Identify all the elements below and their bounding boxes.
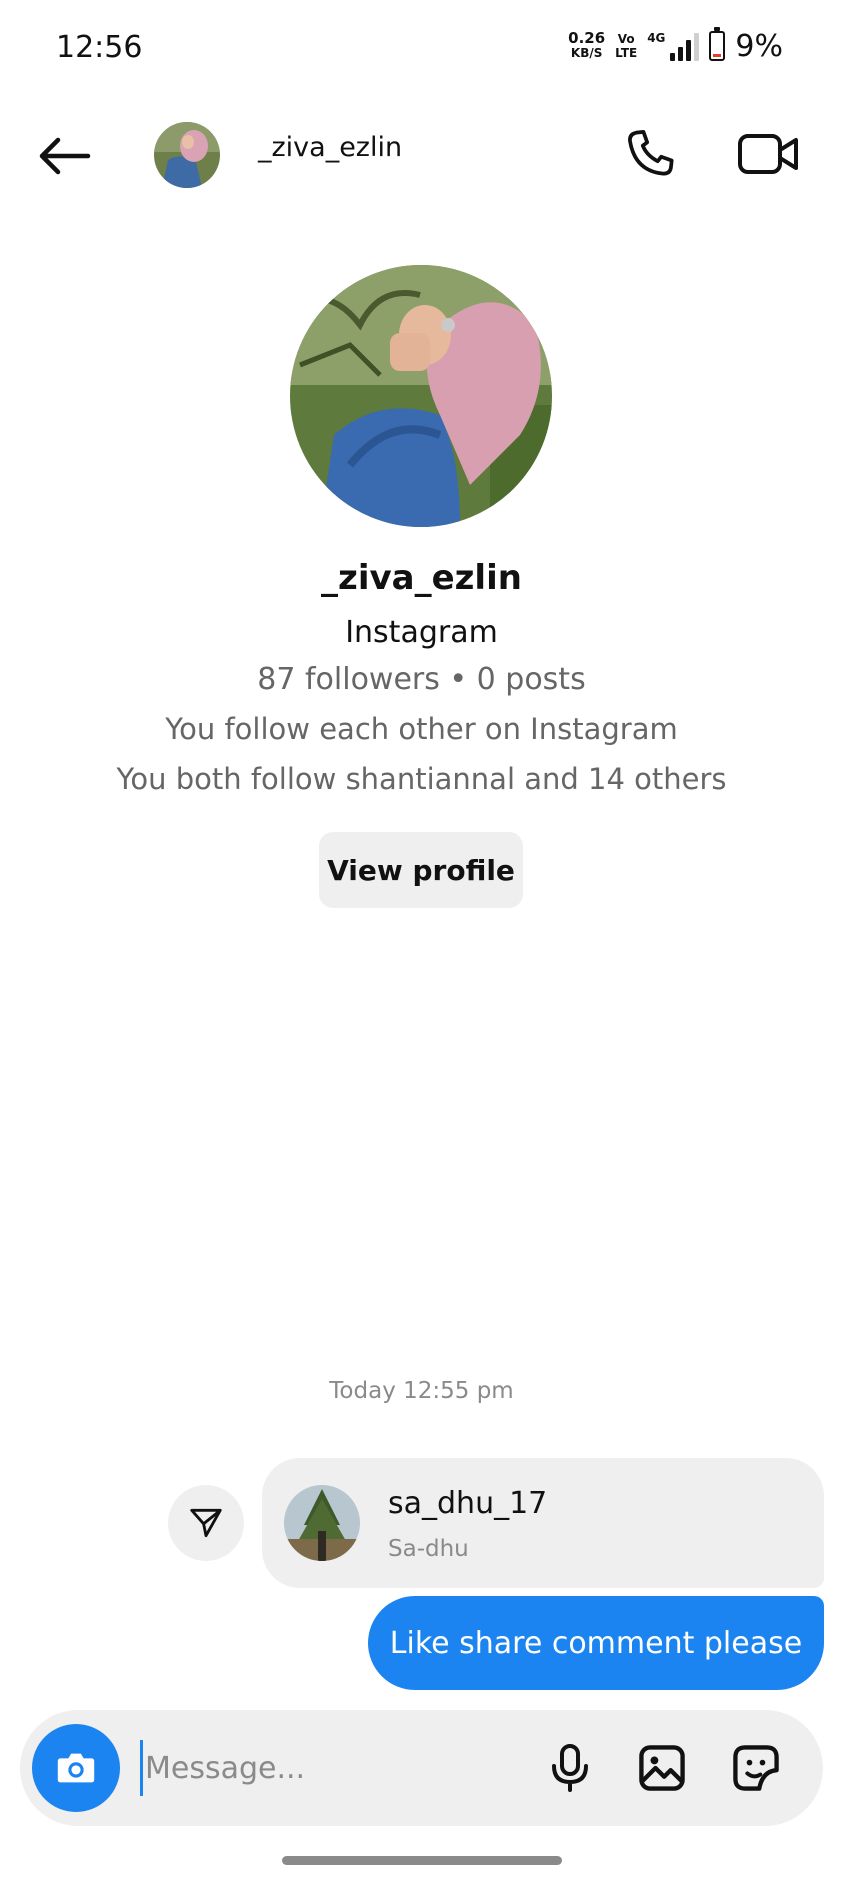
- profile-platform: Instagram: [345, 615, 498, 650]
- profile-common-follows: You both follow shantiannal and 14 other…: [116, 762, 727, 796]
- video-call-button[interactable]: [732, 120, 804, 188]
- signal-icon: 4G: [647, 31, 700, 61]
- network-speed: 0.26 KB/S: [568, 31, 605, 61]
- status-indicators: 0.26 KB/S Vo LTE 4G 9%: [568, 26, 783, 66]
- send-icon: [190, 1508, 222, 1538]
- volte-top: Vo: [617, 32, 635, 46]
- camera-button[interactable]: [32, 1724, 120, 1812]
- profile-picture: [290, 265, 552, 527]
- chat-header: _ziva_ezlin: [0, 96, 843, 216]
- battery-icon: [709, 27, 726, 61]
- sticker-icon: [733, 1745, 779, 1791]
- phone-icon: [628, 129, 674, 176]
- shared-profile-fullname: Sa-dhu: [388, 1536, 469, 1562]
- arrow-left-icon: [39, 137, 91, 175]
- shared-profile-picture: [284, 1485, 360, 1561]
- header-avatar[interactable]: [154, 122, 220, 188]
- header-username[interactable]: _ziva_ezlin: [258, 132, 402, 163]
- microphone-icon: [552, 1744, 588, 1792]
- profile-name: _ziva_ezlin: [321, 558, 522, 598]
- network-speed-unit: KB/S: [570, 46, 603, 60]
- chat-screen: 12:56 0.26 KB/S Vo LTE 4G 9% _ziva_ezlin…: [0, 0, 843, 1883]
- voice-message-button[interactable]: [536, 1734, 604, 1802]
- camera-icon: [57, 1753, 95, 1783]
- profile-stats: 87 followers • 0 posts: [257, 662, 586, 697]
- volte-indicator: Vo LTE: [615, 32, 637, 60]
- shared-profile-username: sa_dhu_17: [388, 1486, 548, 1521]
- share-button[interactable]: [168, 1485, 244, 1561]
- back-button[interactable]: [32, 124, 96, 188]
- gallery-button[interactable]: [628, 1734, 696, 1802]
- avatar-photo: [154, 122, 220, 188]
- shared-profile-avatar: [284, 1485, 360, 1561]
- video-camera-icon: [738, 134, 798, 174]
- outgoing-message[interactable]: Like share comment please: [368, 1596, 824, 1690]
- battery-percent: 9%: [735, 28, 783, 64]
- voice-call-button[interactable]: [616, 120, 684, 188]
- sticker-button[interactable]: [722, 1734, 790, 1802]
- message-timestamp: Today 12:55 pm: [329, 1378, 514, 1404]
- network-speed-value: 0.26: [568, 29, 606, 47]
- message-input[interactable]: [140, 1740, 520, 1796]
- shared-profile-card[interactable]: sa_dhu_17 Sa-dhu: [262, 1458, 824, 1588]
- profile-photo[interactable]: [290, 265, 552, 527]
- message-composer: [20, 1710, 823, 1826]
- network-type: 4G: [647, 31, 666, 45]
- home-indicator[interactable]: [282, 1856, 562, 1865]
- image-icon: [639, 1745, 685, 1791]
- volte-bottom: LTE: [615, 46, 638, 60]
- view-profile-button[interactable]: View profile: [319, 832, 523, 908]
- status-bar: 12:56 0.26 KB/S Vo LTE 4G 9%: [0, 0, 843, 96]
- profile-mutual-follow: You follow each other on Instagram: [165, 712, 678, 746]
- status-time: 12:56: [56, 30, 143, 65]
